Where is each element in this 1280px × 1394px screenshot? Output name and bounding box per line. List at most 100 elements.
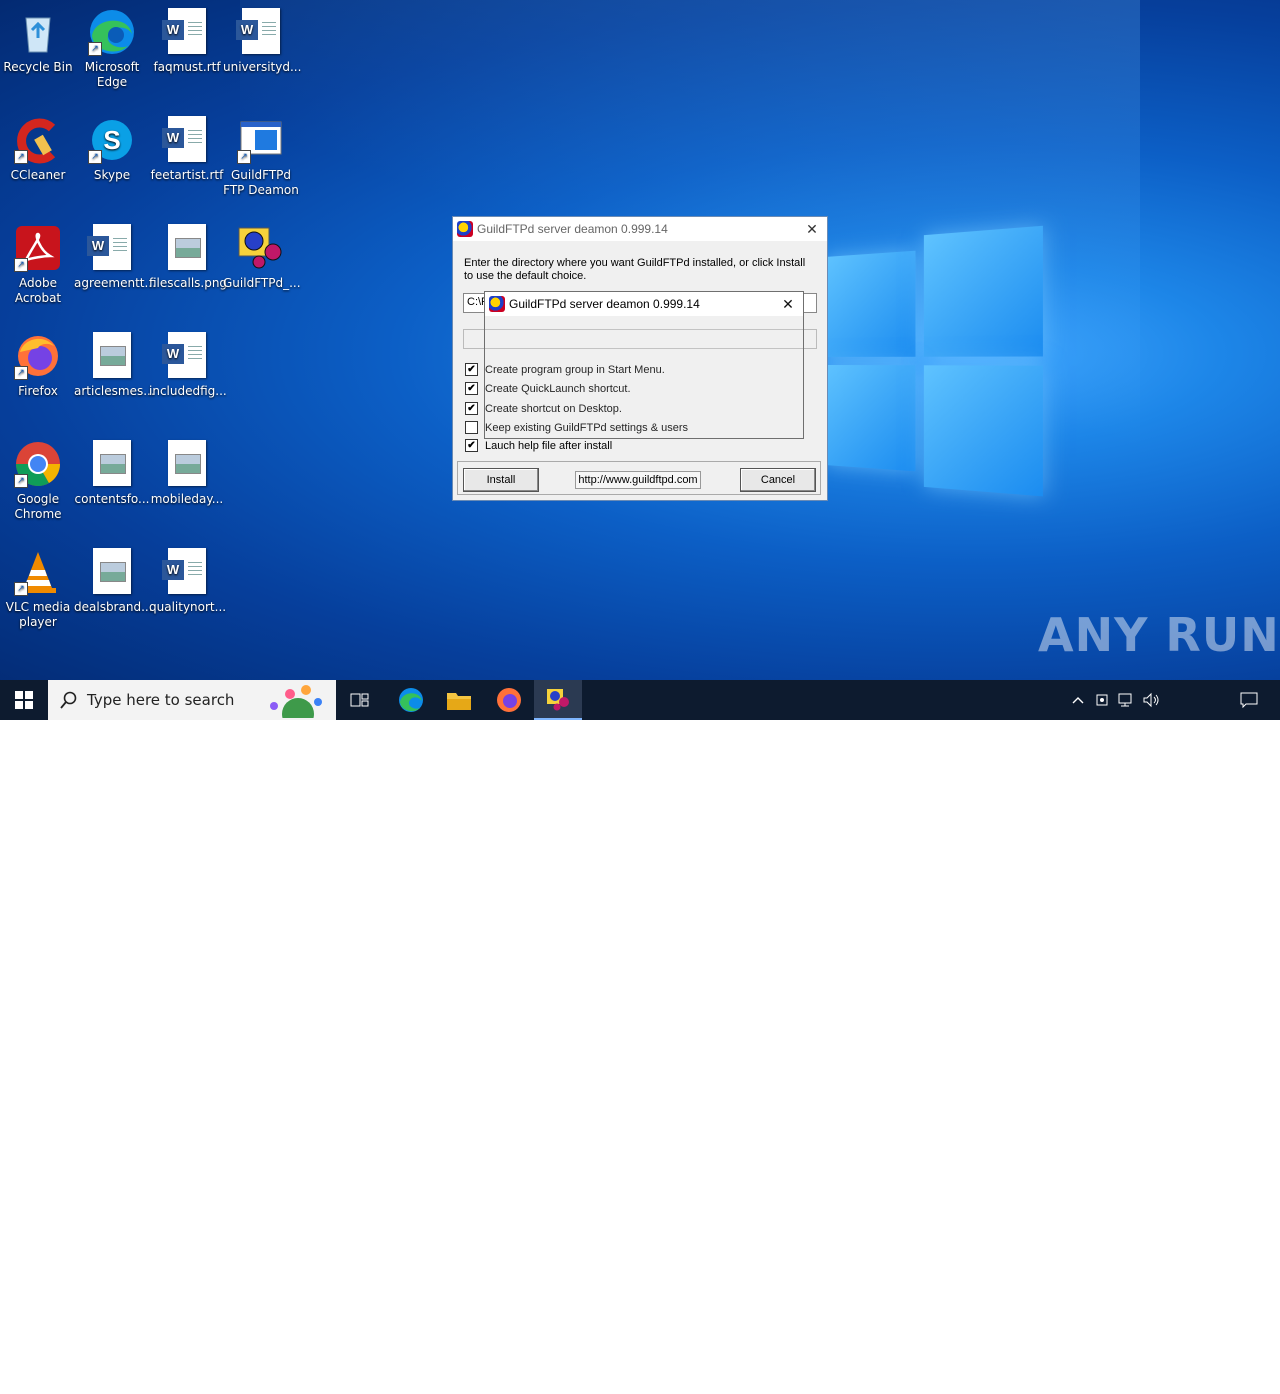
close-icon[interactable]: ✕	[779, 295, 797, 313]
desktop-icon-articlesmes[interactable]: articlesmes...	[74, 332, 155, 399]
taskbar-file-explorer[interactable]	[436, 680, 482, 720]
firefox-icon: ↗	[14, 332, 62, 380]
word-document-icon: W	[162, 548, 211, 596]
taskbar-edge[interactable]	[388, 680, 434, 720]
icon-label: faqmust.rtf	[153, 60, 221, 74]
network-icon[interactable]	[1116, 680, 1138, 720]
svg-text:S: S	[103, 125, 120, 155]
desktop-icon-vlc[interactable]: ↗ VLC media player	[0, 548, 76, 630]
notification-icon	[1240, 692, 1258, 708]
install-button[interactable]: Install	[463, 468, 539, 492]
image-file-icon	[163, 224, 211, 272]
skype-icon: S ↗	[88, 116, 136, 164]
search-highlight-illustration	[260, 684, 330, 730]
checkbox[interactable]: ✔	[465, 363, 478, 376]
word-document-icon: W	[87, 224, 136, 272]
window-title: GuildFTPd server deamon 0.999.14	[477, 222, 668, 236]
popup-title: GuildFTPd server deamon 0.999.14	[509, 297, 700, 311]
word-document-icon: W	[162, 116, 211, 164]
show-hidden-icons-chevron-icon[interactable]	[1068, 680, 1088, 720]
checkbox[interactable]: ✔	[465, 402, 478, 415]
gears-icon	[237, 224, 285, 272]
ccleaner-icon: ↗	[14, 116, 62, 164]
desktop-icon-firefox[interactable]: ↗ Firefox	[0, 332, 76, 399]
website-link[interactable]: http://www.guildftpd.com	[575, 471, 701, 489]
desktop-icon-dealsbrand[interactable]: dealsbrand...	[74, 548, 153, 615]
desktop-icon-feetartist[interactable]: W feetartist.rtf	[149, 116, 225, 183]
task-view-icon	[350, 693, 369, 707]
desktop-icon-guildftpd-deamon[interactable]: ↗ GuildFTPd FTP Deamon	[223, 116, 299, 198]
clock[interactable]: 10:04 PM 9/11/2024	[1164, 1364, 1228, 1394]
icon-label: Google Chrome	[14, 492, 62, 521]
popup-window: GuildFTPd server deamon 0.999.14 ✕	[484, 291, 804, 439]
word-document-icon: W	[236, 8, 285, 56]
notification-center-button[interactable]	[1234, 680, 1264, 720]
firefox-icon	[497, 688, 521, 712]
folder-icon	[447, 693, 471, 710]
icon-label: CCleaner	[10, 168, 66, 182]
icon-label: qualitynort...	[149, 600, 227, 614]
desktop-icon-mobileday[interactable]: mobileday...	[149, 440, 225, 507]
taskbar-guildftpd-active[interactable]	[534, 680, 582, 720]
icon-label: dealsbrand...	[74, 600, 153, 614]
desktop-icon-google-chrome[interactable]: ↗ Google Chrome	[0, 440, 76, 522]
task-view-button[interactable]	[338, 680, 382, 720]
checkbox[interactable]	[465, 421, 478, 434]
word-document-icon: W	[162, 8, 211, 56]
cancel-button[interactable]: Cancel	[740, 468, 816, 492]
desktop-icon-guildftpd-installer[interactable]: GuildFTPd_...	[223, 224, 301, 291]
install-prompt: Enter the directory where you want Guild…	[464, 257, 806, 282]
checkbox[interactable]: ✔	[465, 382, 478, 395]
edge-icon: ↗	[88, 8, 136, 56]
icon-label: contentsfo...	[74, 492, 150, 506]
start-button[interactable]	[0, 680, 48, 720]
clock-date: 9/11/2024	[1165, 1380, 1227, 1394]
edge-icon	[399, 688, 423, 712]
icon-label: agreementt...	[74, 276, 156, 290]
tray-device-icon[interactable]	[1092, 680, 1114, 720]
icon-label: articlesmes...	[74, 384, 155, 398]
clock-time: 10:04 PM	[1168, 1364, 1224, 1378]
desktop-icon-faqmust[interactable]: W faqmust.rtf	[149, 8, 225, 75]
desktop-icon-qualitynort[interactable]: W qualitynort...	[149, 548, 227, 615]
taskbar-firefox[interactable]	[486, 680, 532, 720]
desktop-icon-contentsfo[interactable]: contentsfo...	[74, 440, 150, 507]
desktop-icon-filescalls[interactable]: filescalls.png	[149, 224, 228, 291]
desktop-icon-microsoft-edge[interactable]: ↗ Microsoft Edge	[74, 8, 150, 90]
icon-label: Microsoft Edge	[84, 60, 140, 89]
popup-titlebar[interactable]: GuildFTPd server deamon 0.999.14 ✕	[485, 292, 803, 316]
close-icon[interactable]: ✕	[803, 220, 821, 238]
volume-icon[interactable]	[1140, 680, 1162, 720]
installer-titlebar[interactable]: GuildFTPd server deamon 0.999.14 ✕	[453, 217, 827, 241]
gears-icon	[547, 689, 569, 711]
image-file-icon	[88, 332, 136, 380]
desktop-icon-universityd[interactable]: W universityd...	[223, 8, 301, 75]
search-icon	[60, 691, 77, 709]
desktop-icon-includedfig[interactable]: W includedfig...	[149, 332, 227, 399]
guildftpd-app-icon	[489, 296, 505, 312]
image-file-icon	[163, 440, 211, 488]
desktop-icon-skype[interactable]: S ↗ Skype	[74, 116, 150, 183]
acrobat-icon: ↗	[14, 224, 62, 272]
icon-label: filescalls.png	[149, 276, 228, 290]
recycle-bin-icon	[14, 8, 62, 56]
icon-label: mobileday...	[150, 492, 224, 506]
desktop-icon-agreement[interactable]: W agreementt...	[74, 224, 156, 291]
icon-label: Skype	[93, 168, 131, 182]
option-help-file[interactable]: ✔ Lauch help file after install	[465, 439, 612, 452]
desktop-icon-recycle-bin[interactable]: Recycle Bin	[0, 8, 76, 75]
desktop-icon-ccleaner[interactable]: ↗ CCleaner	[0, 116, 76, 183]
search-placeholder: Type here to search	[87, 691, 235, 709]
taskbar: Type here to search 10:04 PM 9/11/2024	[0, 680, 1280, 1394]
icon-label: GuildFTPd_...	[223, 276, 301, 290]
icon-label: includedfig...	[149, 384, 227, 398]
icon-label: GuildFTPd FTP Deamon	[223, 168, 299, 197]
desktop-icon-adobe-acrobat[interactable]: ↗ Adobe Acrobat	[0, 224, 76, 306]
icon-label: Recycle Bin	[3, 60, 73, 74]
taskbar-search-box[interactable]: Type here to search	[48, 680, 336, 730]
checkbox[interactable]: ✔	[465, 439, 478, 452]
application-window-icon: ↗	[237, 116, 285, 164]
icon-label: Adobe Acrobat	[14, 276, 62, 305]
chrome-icon: ↗	[14, 440, 62, 488]
windows-start-icon	[15, 691, 33, 709]
